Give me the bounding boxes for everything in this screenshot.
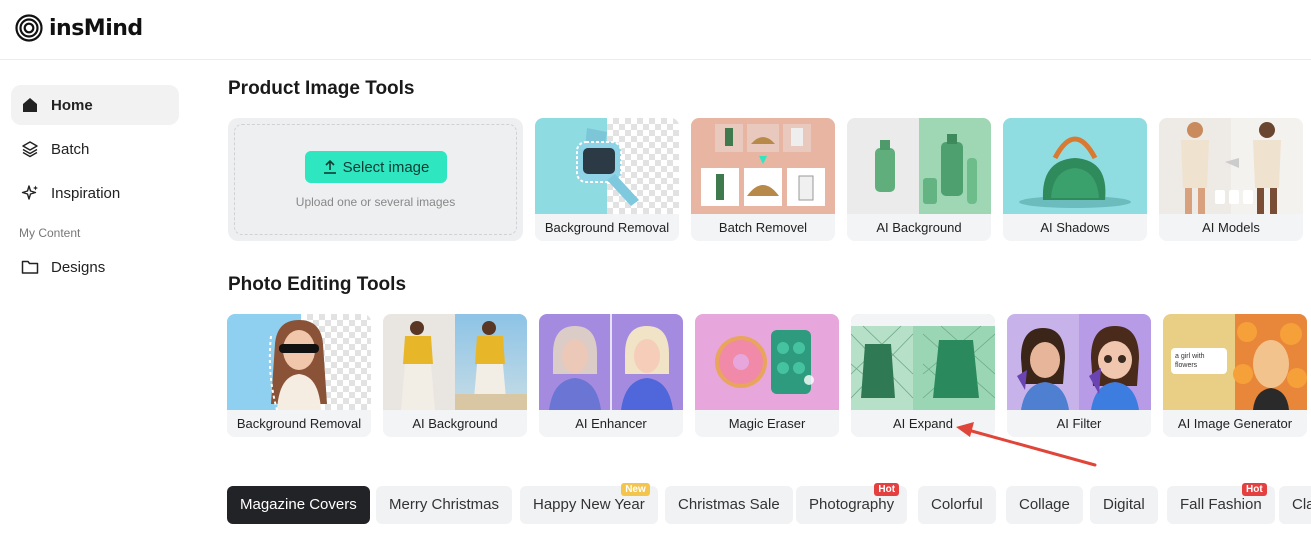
- sidebar-item-home[interactable]: Home: [11, 85, 179, 125]
- enhancer-thumbnail: [539, 314, 683, 410]
- sidebar-item-label: Designs: [51, 258, 106, 276]
- tool-card-label: AI Models: [1159, 214, 1303, 241]
- category-chip-fall-fashion[interactable]: Fall Fashion Hot: [1167, 483, 1275, 524]
- category-chip-digital[interactable]: Digital: [1090, 486, 1158, 524]
- chip-label: Digital: [1103, 496, 1145, 513]
- sidebar-item-batch[interactable]: Batch: [11, 129, 179, 169]
- chip-label: Photography: [809, 496, 895, 513]
- tool-card-background-removal[interactable]: Background Removal: [535, 118, 679, 241]
- chip-label: Happy New Year: [533, 496, 645, 513]
- tool-card-label: AI Enhancer: [539, 410, 683, 437]
- folder-icon: [21, 260, 39, 274]
- chip-label: Christmas Sale: [678, 496, 780, 513]
- ai-models-thumbnail: [1159, 118, 1303, 214]
- sidebar-item-label: Home: [51, 96, 93, 114]
- tool-card-ai-models[interactable]: AI Models: [1159, 118, 1303, 241]
- tool-card-label: AI Background: [383, 410, 527, 437]
- ai-shadows-thumbnail: [1003, 118, 1147, 214]
- sidebar-item-inspiration[interactable]: Inspiration: [11, 173, 179, 213]
- sidebar-section-label: My Content: [19, 226, 81, 240]
- ai-expand-thumbnail: [851, 314, 995, 410]
- category-chip-merry-christmas[interactable]: Merry Christmas: [376, 486, 513, 524]
- chip-label: Cla: [1292, 496, 1311, 513]
- magic-eraser-thumbnail: [695, 314, 839, 410]
- logo-icon: [15, 14, 43, 42]
- tool-card-ai-expand[interactable]: AI Expand: [851, 314, 995, 437]
- tool-card-label: AI Image Generator: [1163, 410, 1307, 437]
- sidebar-item-label: Batch: [51, 140, 90, 158]
- sidebar: Home Batch Inspiration My Content Design…: [11, 85, 179, 291]
- fashion-thumbnail: [383, 314, 527, 410]
- portrait-removal-thumbnail: [227, 314, 371, 410]
- tool-card-label: AI Shadows: [1003, 214, 1147, 241]
- tool-card-label: Batch Removel: [691, 214, 835, 241]
- tool-card-label: Background Removal: [535, 214, 679, 241]
- new-badge: New: [621, 483, 650, 496]
- select-image-button[interactable]: Select image: [305, 151, 447, 183]
- chip-label: Merry Christmas: [389, 496, 500, 513]
- category-chip-christmas-sale[interactable]: Christmas Sale: [665, 486, 793, 524]
- hot-badge: Hot: [874, 483, 900, 496]
- tool-card-label: AI Filter: [1007, 410, 1151, 437]
- layers-icon: [22, 141, 38, 158]
- app-logo[interactable]: insMind: [15, 14, 143, 42]
- select-image-label: Select image: [342, 158, 430, 176]
- chip-label: Magazine Covers: [240, 496, 357, 513]
- home-icon: [23, 98, 37, 112]
- tool-card-label: AI Background: [847, 214, 991, 241]
- tool-card-batch-removel[interactable]: Batch Removel: [691, 118, 835, 241]
- tool-card-photo-ai-background[interactable]: AI Background: [383, 314, 527, 437]
- sidebar-item-label: Inspiration: [51, 184, 121, 202]
- tool-card-ai-background[interactable]: AI Background: [847, 118, 991, 241]
- category-chip-cla[interactable]: Cla: [1279, 486, 1311, 524]
- chip-label: Fall Fashion: [1180, 496, 1262, 513]
- tool-card-ai-enhancer[interactable]: AI Enhancer: [539, 314, 683, 437]
- upload-hint: Upload one or several images: [295, 195, 456, 209]
- ai-image-generator-thumbnail: a girl with flowers: [1163, 314, 1307, 410]
- category-chip-collage[interactable]: Collage: [1006, 486, 1083, 524]
- ai-background-thumbnail: [847, 118, 991, 214]
- upload-dropzone[interactable]: Select image Upload one or several image…: [228, 118, 523, 241]
- hot-badge: Hot: [1242, 483, 1267, 496]
- tool-card-photo-background-removal[interactable]: Background Removal: [227, 314, 371, 437]
- upload-icon: [323, 160, 336, 174]
- top-header: insMind: [0, 0, 1311, 60]
- watch-thumbnail: [535, 118, 679, 214]
- category-chip-happy-new-year[interactable]: Happy New Year New: [520, 483, 658, 524]
- sparkle-icon: [21, 185, 38, 200]
- product-tools-title: Product Image Tools: [228, 78, 415, 99]
- category-chip-photography[interactable]: Photography Hot: [796, 483, 908, 524]
- tool-card-label: Magic Eraser: [695, 410, 839, 437]
- category-chip-magazine-covers[interactable]: Magazine Covers: [227, 486, 370, 524]
- tool-card-label: Background Removal: [227, 410, 371, 437]
- ai-filter-thumbnail: [1007, 314, 1151, 410]
- annotation-arrow: [956, 422, 1097, 467]
- prompt-bubble: a girl with flowers: [1171, 348, 1227, 374]
- tool-card-ai-filter[interactable]: AI Filter: [1007, 314, 1151, 437]
- sidebar-item-designs[interactable]: Designs: [11, 247, 179, 287]
- logo-text: insMind: [49, 15, 143, 41]
- tool-card-label: AI Expand: [851, 410, 995, 437]
- category-chip-colorful[interactable]: Colorful: [918, 486, 996, 524]
- chip-label: Collage: [1019, 496, 1070, 513]
- tool-card-magic-eraser[interactable]: Magic Eraser: [695, 314, 839, 437]
- chip-label: Colorful: [931, 496, 983, 513]
- batch-thumbnail: [691, 118, 835, 214]
- tool-card-ai-shadows[interactable]: AI Shadows: [1003, 118, 1147, 241]
- tool-card-ai-image-generator[interactable]: a girl with flowers AI Image Generator: [1163, 314, 1307, 437]
- photo-tools-title: Photo Editing Tools: [228, 274, 407, 295]
